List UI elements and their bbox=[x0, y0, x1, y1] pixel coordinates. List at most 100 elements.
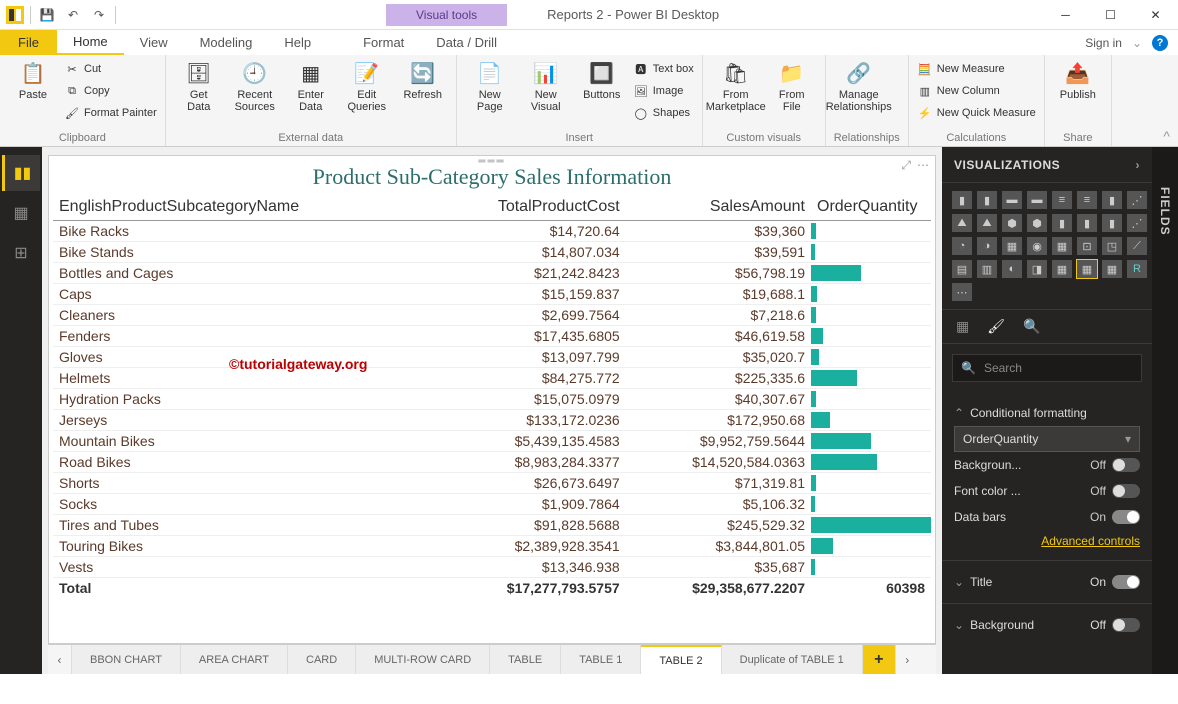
table-row[interactable]: Bike Racks$14,720.64$39,360 bbox=[53, 221, 931, 242]
table-row[interactable]: Fenders$17,435.6805$46,619.58 bbox=[53, 326, 931, 347]
col-header[interactable]: EnglishProductSubcategoryName bbox=[53, 194, 427, 221]
title-section[interactable]: ⌄Title On bbox=[954, 569, 1140, 595]
page-tab[interactable]: BBON CHART bbox=[72, 645, 181, 674]
advanced-controls-link[interactable]: Advanced controls bbox=[954, 530, 1140, 552]
table-row[interactable]: Helmets$84,275.772$225,335.6 bbox=[53, 368, 931, 389]
new-page-button[interactable]: 📄New Page bbox=[465, 59, 515, 113]
viz-type-icon[interactable]: ⬢ bbox=[1027, 214, 1047, 232]
tabs-next-icon[interactable]: › bbox=[895, 645, 919, 674]
title-toggle[interactable] bbox=[1112, 575, 1140, 589]
cut-button[interactable]: ✂Cut bbox=[64, 59, 157, 79]
viz-type-icon[interactable]: ⛰ bbox=[952, 214, 972, 232]
more-icon[interactable]: ⋯ bbox=[917, 158, 929, 173]
maximize-button[interactable]: ☐ bbox=[1088, 0, 1133, 30]
col-header[interactable]: TotalProductCost bbox=[427, 194, 626, 221]
chevron-down-icon[interactable]: ⌄ bbox=[1132, 36, 1142, 50]
col-header[interactable]: SalesAmount bbox=[626, 194, 811, 221]
nav-model-icon[interactable]: ⊞ bbox=[2, 235, 40, 271]
from-marketplace-button[interactable]: 🛍From Marketplace bbox=[711, 59, 761, 113]
pop-out-icon[interactable]: ⤢ bbox=[901, 158, 911, 173]
viz-header[interactable]: VISUALIZATIONS› bbox=[942, 147, 1152, 183]
add-page-button[interactable]: + bbox=[863, 645, 895, 674]
save-icon[interactable]: 💾 bbox=[37, 5, 57, 25]
fields-mode-icon[interactable]: ▦ bbox=[956, 318, 969, 335]
viz-type-icon[interactable]: ⟋ bbox=[1127, 237, 1147, 255]
table-row[interactable]: Socks$1,909.7864$5,106.32 bbox=[53, 494, 931, 515]
table-row[interactable]: Road Bikes$8,983,284.3377$14,520,584.036… bbox=[53, 452, 931, 473]
refresh-button[interactable]: 🔄Refresh bbox=[398, 59, 448, 101]
recent-sources-button[interactable]: 🕘Recent Sources bbox=[230, 59, 280, 113]
viz-type-icon[interactable]: ⊡ bbox=[1077, 237, 1097, 255]
data-table[interactable]: EnglishProductSubcategoryName TotalProdu… bbox=[53, 194, 931, 598]
paste-button[interactable]: 📋 Paste bbox=[8, 59, 58, 101]
table-row[interactable]: Caps$15,159.837$19,688.1 bbox=[53, 284, 931, 305]
search-input[interactable]: 🔍 Search bbox=[952, 354, 1142, 382]
close-button[interactable]: ✕ bbox=[1133, 0, 1178, 30]
viz-type-icon[interactable]: ⋰ bbox=[1127, 191, 1147, 209]
tab-home[interactable]: Home bbox=[57, 30, 124, 55]
col-header[interactable]: OrderQuantity bbox=[811, 194, 931, 221]
viz-type-icon[interactable]: ▦ bbox=[1052, 237, 1072, 255]
new-column-button[interactable]: ▥New Column bbox=[917, 81, 1036, 101]
viz-type-icon[interactable]: ⛰ bbox=[977, 214, 997, 232]
page-tab[interactable]: CARD bbox=[288, 645, 356, 674]
viz-type-icon[interactable]: ◐ bbox=[1002, 260, 1022, 278]
table-row[interactable]: Bike Stands$14,807.034$39,591 bbox=[53, 242, 931, 263]
enter-data-button[interactable]: ▦Enter Data bbox=[286, 59, 336, 113]
viz-type-icon[interactable]: ▦ bbox=[1052, 260, 1072, 278]
help-icon[interactable]: ? bbox=[1152, 35, 1168, 51]
get-data-button[interactable]: 🗄Get Data bbox=[174, 59, 224, 113]
table-row[interactable]: Cleaners$2,699.7564$7,218.6 bbox=[53, 305, 931, 326]
toggle[interactable] bbox=[1112, 510, 1140, 524]
from-file-button[interactable]: 📁From File bbox=[767, 59, 817, 113]
table-row[interactable]: Vests$13,346.938$35,687 bbox=[53, 557, 931, 578]
toggle[interactable] bbox=[1112, 458, 1140, 472]
page-tab[interactable]: AREA CHART bbox=[181, 645, 288, 674]
tab-format[interactable]: Format bbox=[347, 30, 420, 55]
field-dropdown[interactable]: OrderQuantity▾ bbox=[954, 426, 1140, 452]
edit-queries-button[interactable]: 📝Edit Queries bbox=[342, 59, 392, 113]
viz-type-icon[interactable]: ◳ bbox=[1102, 237, 1122, 255]
minimize-button[interactable]: ─ bbox=[1043, 0, 1088, 30]
viz-type-icon[interactable]: ▬ bbox=[1002, 191, 1022, 209]
table-row[interactable]: Gloves$13,097.799$35,020.7 bbox=[53, 347, 931, 368]
tab-view[interactable]: View bbox=[124, 30, 184, 55]
text-box-button[interactable]: 🅰Text box bbox=[633, 59, 694, 79]
page-tab[interactable]: MULTI-ROW CARD bbox=[356, 645, 490, 674]
viz-type-icon[interactable]: ▮ bbox=[952, 191, 972, 209]
buttons-button[interactable]: 🔲Buttons bbox=[577, 59, 627, 101]
nav-report-icon[interactable]: ▮▮ bbox=[2, 155, 40, 191]
background-section[interactable]: ⌄Background Off bbox=[954, 612, 1140, 638]
viz-type-icon[interactable]: ▦ bbox=[1002, 237, 1022, 255]
sign-in-link[interactable]: Sign in bbox=[1085, 36, 1122, 50]
viz-type-icon[interactable]: ▥ bbox=[977, 260, 997, 278]
redo-icon[interactable]: ↷ bbox=[89, 5, 109, 25]
page-tab[interactable]: TABLE 2 bbox=[641, 645, 721, 674]
nav-data-icon[interactable]: ▦ bbox=[2, 195, 40, 231]
tab-help[interactable]: Help bbox=[268, 30, 327, 55]
canvas-inner[interactable]: ═══ ⤢ ⋯ Product Sub-Category Sales Infor… bbox=[48, 155, 936, 644]
manage-relationships-button[interactable]: 🔗Manage Relationships bbox=[834, 59, 884, 113]
format-painter-button[interactable]: 🖌Format Painter bbox=[64, 103, 157, 123]
page-tab[interactable]: TABLE bbox=[490, 645, 561, 674]
viz-type-icon[interactable]: ▤ bbox=[952, 260, 972, 278]
undo-icon[interactable]: ↶ bbox=[63, 5, 83, 25]
viz-type-icon[interactable]: R bbox=[1127, 260, 1147, 278]
table-row[interactable]: Shorts$26,673.6497$71,319.81 bbox=[53, 473, 931, 494]
new-visual-button[interactable]: 📊New Visual bbox=[521, 59, 571, 113]
viz-type-icon[interactable]: ▮ bbox=[1052, 214, 1072, 232]
viz-type-icon[interactable]: ⋯ bbox=[952, 283, 972, 301]
viz-type-icon[interactable]: ⋰ bbox=[1127, 214, 1147, 232]
table-row[interactable]: Tires and Tubes$91,828.5688$245,529.32 bbox=[53, 515, 931, 536]
new-quick-measure-button[interactable]: ⚡New Quick Measure bbox=[917, 103, 1036, 123]
table-row[interactable]: Touring Bikes$2,389,928.3541$3,844,801.0… bbox=[53, 536, 931, 557]
table-row[interactable]: Bottles and Cages$21,242.8423$56,798.19 bbox=[53, 263, 931, 284]
new-measure-button[interactable]: 🧮New Measure bbox=[917, 59, 1036, 79]
viz-type-icon[interactable]: ▦ bbox=[1102, 260, 1122, 278]
table-row[interactable]: Mountain Bikes$5,439,135.4583$9,952,759.… bbox=[53, 431, 931, 452]
table-row[interactable]: Jerseys$133,172.0236$172,950.68 bbox=[53, 410, 931, 431]
analytics-mode-icon[interactable]: 🔍 bbox=[1023, 318, 1040, 335]
viz-type-icon[interactable]: ⬢ bbox=[1002, 214, 1022, 232]
conditional-formatting-header[interactable]: ⌃Conditional formatting bbox=[954, 400, 1140, 426]
format-mode-icon[interactable]: 🖌 bbox=[987, 318, 1005, 335]
